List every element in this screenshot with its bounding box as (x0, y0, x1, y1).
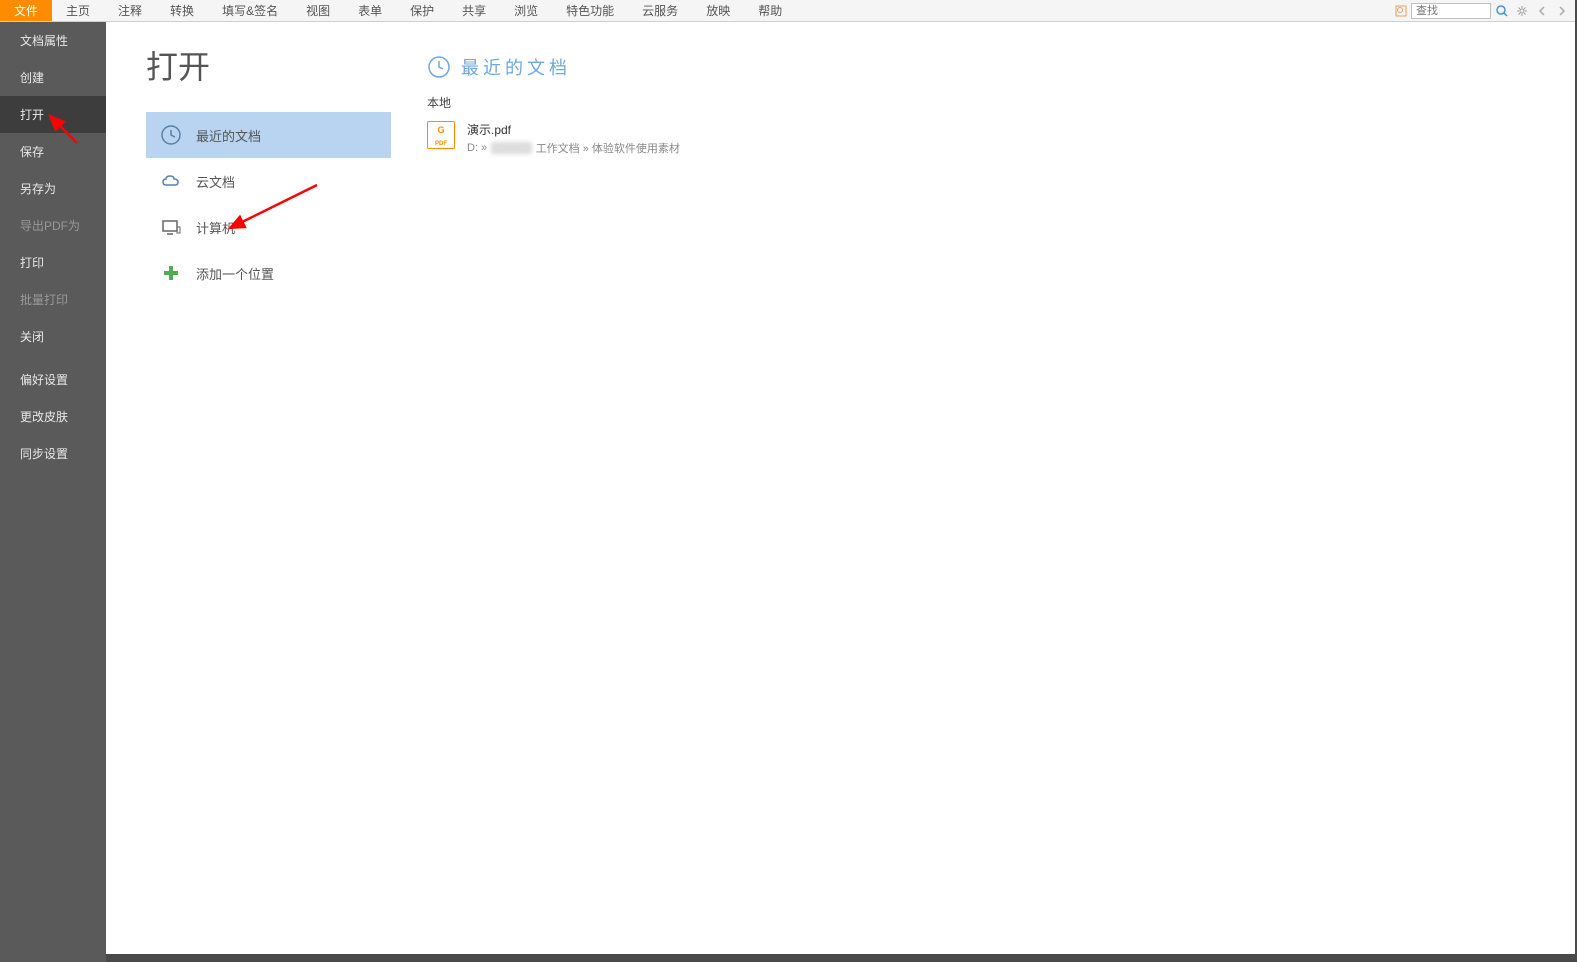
nav-next-icon[interactable] (1553, 2, 1571, 20)
clock-icon (427, 55, 451, 79)
sidebar-item-batchprint[interactable]: 批量打印 (0, 281, 106, 318)
clock-icon (160, 124, 182, 146)
tab-browse[interactable]: 浏览 (500, 0, 552, 21)
file-name: 演示.pdf (467, 121, 680, 138)
computer-icon (160, 216, 182, 238)
find-icon[interactable] (1393, 3, 1409, 19)
open-option-label: 计算机 (196, 218, 235, 237)
tab-home[interactable]: 主页 (52, 0, 104, 21)
open-option-label: 最近的文档 (196, 126, 261, 145)
tab-share[interactable]: 共享 (448, 0, 500, 21)
file-sidebar: 文档属性 创建 打开 保存 另存为 导出PDF为 打印 批量打印 关闭 偏好设置… (0, 22, 106, 962)
open-panel: 打开 最近的文档 云文档 (106, 22, 1577, 962)
sidebar-item-open[interactable]: 打开 (0, 96, 106, 133)
panel-title: 打开 (146, 42, 391, 88)
recent-file-item[interactable]: G PDF 演示.pdf D: » xxx 工作文档 » 体验软件使用素材 (427, 115, 1577, 162)
tab-file[interactable]: 文件 (0, 0, 52, 21)
section-local-label: 本地 (427, 94, 1577, 111)
open-option-add-location[interactable]: 添加一个位置 (146, 250, 391, 296)
open-option-cloud[interactable]: 云文档 (146, 158, 391, 204)
recent-header: 最近的文档 (427, 54, 1577, 80)
sidebar-item-save[interactable]: 保存 (0, 133, 106, 170)
sidebar-item-close[interactable]: 关闭 (0, 318, 106, 355)
search-input[interactable] (1411, 3, 1491, 19)
tab-view[interactable]: 视图 (292, 0, 344, 21)
pdf-file-icon: G PDF (427, 121, 455, 149)
main-area: 文档属性 创建 打开 保存 另存为 导出PDF为 打印 批量打印 关闭 偏好设置… (0, 22, 1577, 962)
search-go-icon[interactable] (1493, 2, 1511, 20)
open-option-recent[interactable]: 最近的文档 (146, 112, 391, 158)
tab-slideshow[interactable]: 放映 (692, 0, 744, 21)
file-info: 演示.pdf D: » xxx 工作文档 » 体验软件使用素材 (467, 121, 680, 156)
sidebar-item-saveas[interactable]: 另存为 (0, 170, 106, 207)
sidebar-item-preferences[interactable]: 偏好设置 (0, 361, 106, 398)
tab-comment[interactable]: 注释 (104, 0, 156, 21)
sidebar-item-print[interactable]: 打印 (0, 244, 106, 281)
open-location-list: 最近的文档 云文档 计算机 (146, 112, 391, 296)
tab-help[interactable]: 帮助 (744, 0, 796, 21)
sidebar-item-skin[interactable]: 更改皮肤 (0, 398, 106, 435)
tab-convert[interactable]: 转换 (156, 0, 208, 21)
plus-icon (160, 262, 182, 284)
sidebar-item-properties[interactable]: 文档属性 (0, 22, 106, 59)
tab-form[interactable]: 表单 (344, 0, 396, 21)
file-path: D: » xxx 工作文档 » 体验软件使用素材 (467, 140, 680, 156)
sidebar-item-sync[interactable]: 同步设置 (0, 435, 106, 472)
tab-features[interactable]: 特色功能 (552, 0, 628, 21)
sidebar-item-create[interactable]: 创建 (0, 59, 106, 96)
cloud-icon (160, 170, 182, 192)
open-left-column: 打开 最近的文档 云文档 (106, 22, 391, 962)
tab-cloud[interactable]: 云服务 (628, 0, 692, 21)
top-menu-bar: 文件 主页 注释 转换 填写&签名 视图 表单 保护 共享 浏览 特色功能 云服… (0, 0, 1577, 22)
recent-title: 最近的文档 (461, 54, 571, 80)
bottom-strip (106, 954, 1577, 962)
open-option-computer[interactable]: 计算机 (146, 204, 391, 250)
open-option-label: 添加一个位置 (196, 264, 274, 283)
menu-tabs: 文件 主页 注释 转换 填写&签名 视图 表单 保护 共享 浏览 特色功能 云服… (0, 0, 796, 21)
tab-fill-sign[interactable]: 填写&签名 (208, 0, 292, 21)
nav-prev-icon[interactable] (1533, 2, 1551, 20)
settings-icon[interactable] (1513, 2, 1531, 20)
tab-protect[interactable]: 保护 (396, 0, 448, 21)
sidebar-item-export[interactable]: 导出PDF为 (0, 207, 106, 244)
open-option-label: 云文档 (196, 172, 235, 191)
open-right-column: 最近的文档 本地 G PDF 演示.pdf D: » xxx 工作文档 » 体验… (391, 22, 1577, 962)
topbar-right-controls (1393, 2, 1577, 20)
